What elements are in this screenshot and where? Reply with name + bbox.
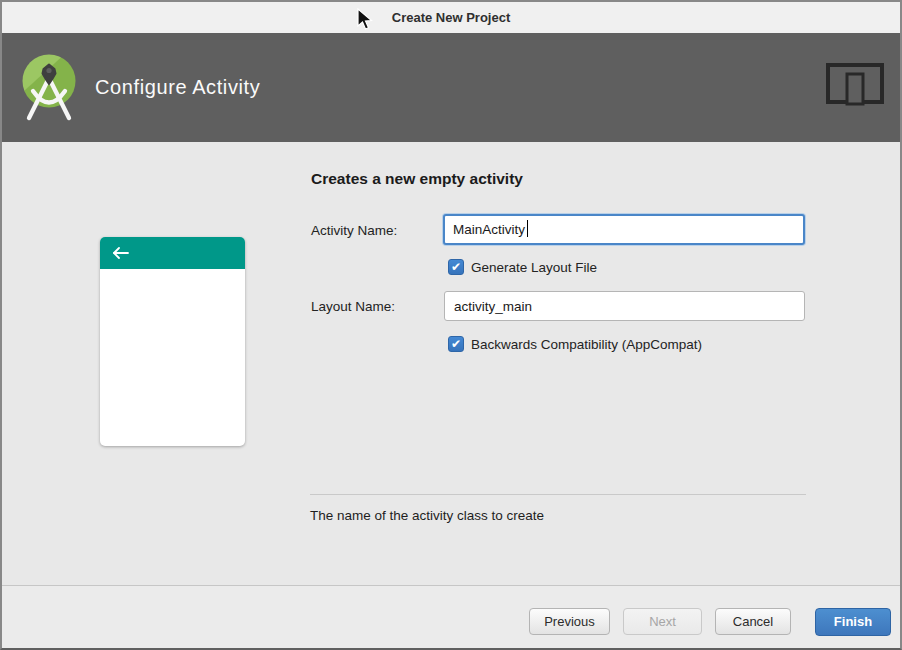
window-title: Create New Project [392, 10, 511, 25]
generate-layout-checkbox[interactable]: ✔ [448, 259, 464, 275]
activity-name-input[interactable] [443, 214, 805, 245]
backwards-compat-checkbox[interactable]: ✔ [448, 336, 464, 352]
back-arrow-icon [112, 247, 129, 259]
form-separator [310, 494, 806, 495]
generate-layout-label: Generate Layout File [471, 260, 597, 275]
tablet-phone-icon [823, 62, 885, 112]
mouse-cursor [357, 8, 373, 32]
preview-appbar [100, 237, 245, 269]
text-caret [527, 220, 528, 237]
title-bar[interactable]: Create New Project [2, 2, 900, 33]
create-new-project-dialog: Create New Project Configure Activity [0, 0, 902, 650]
cancel-button[interactable]: Cancel [715, 608, 791, 635]
backwards-compat-label: Backwards Compatibility (AppCompat) [471, 337, 702, 352]
previous-button[interactable]: Previous [529, 608, 610, 635]
activity-preview-thumbnail [100, 237, 245, 446]
next-button[interactable]: Next [623, 608, 702, 635]
wizard-header: Configure Activity [2, 33, 900, 142]
step-title: Configure Activity [95, 74, 260, 100]
layout-name-input[interactable] [444, 291, 805, 321]
android-studio-logo-icon [22, 52, 82, 142]
check-icon: ✔ [451, 337, 461, 351]
activity-name-label: Activity Name: [311, 223, 397, 238]
check-icon: ✔ [451, 260, 461, 274]
form-heading: Creates a new empty activity [311, 170, 523, 188]
finish-button[interactable]: Finish [815, 608, 891, 636]
helper-text: The name of the activity class to create [310, 508, 544, 523]
layout-name-label: Layout Name: [311, 299, 395, 314]
